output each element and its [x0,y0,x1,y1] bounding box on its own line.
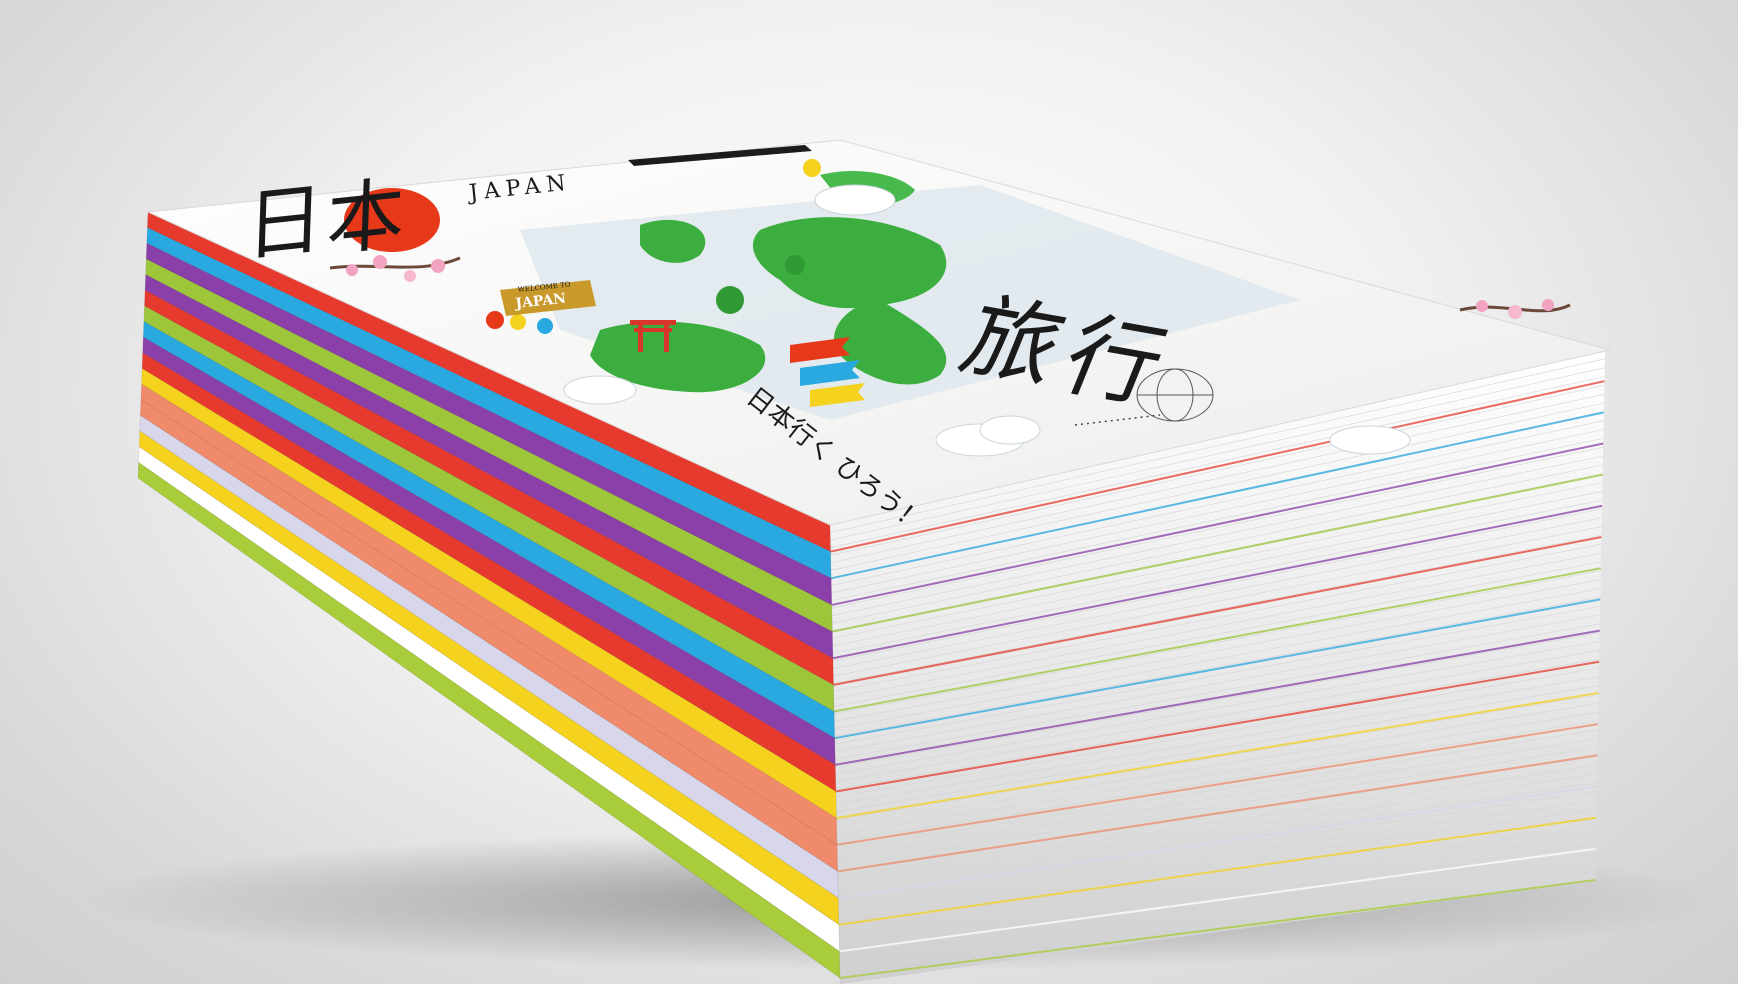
title-kanji-left-2: 本 [325,168,406,268]
magazine-stack-scene: WELCOME TO JAPAN 日 本 JAPAN 旅 行 日本行く ひろう！ [80,139,1720,984]
title-kanji-left: 日 [244,173,325,273]
sun-icon [803,159,821,177]
